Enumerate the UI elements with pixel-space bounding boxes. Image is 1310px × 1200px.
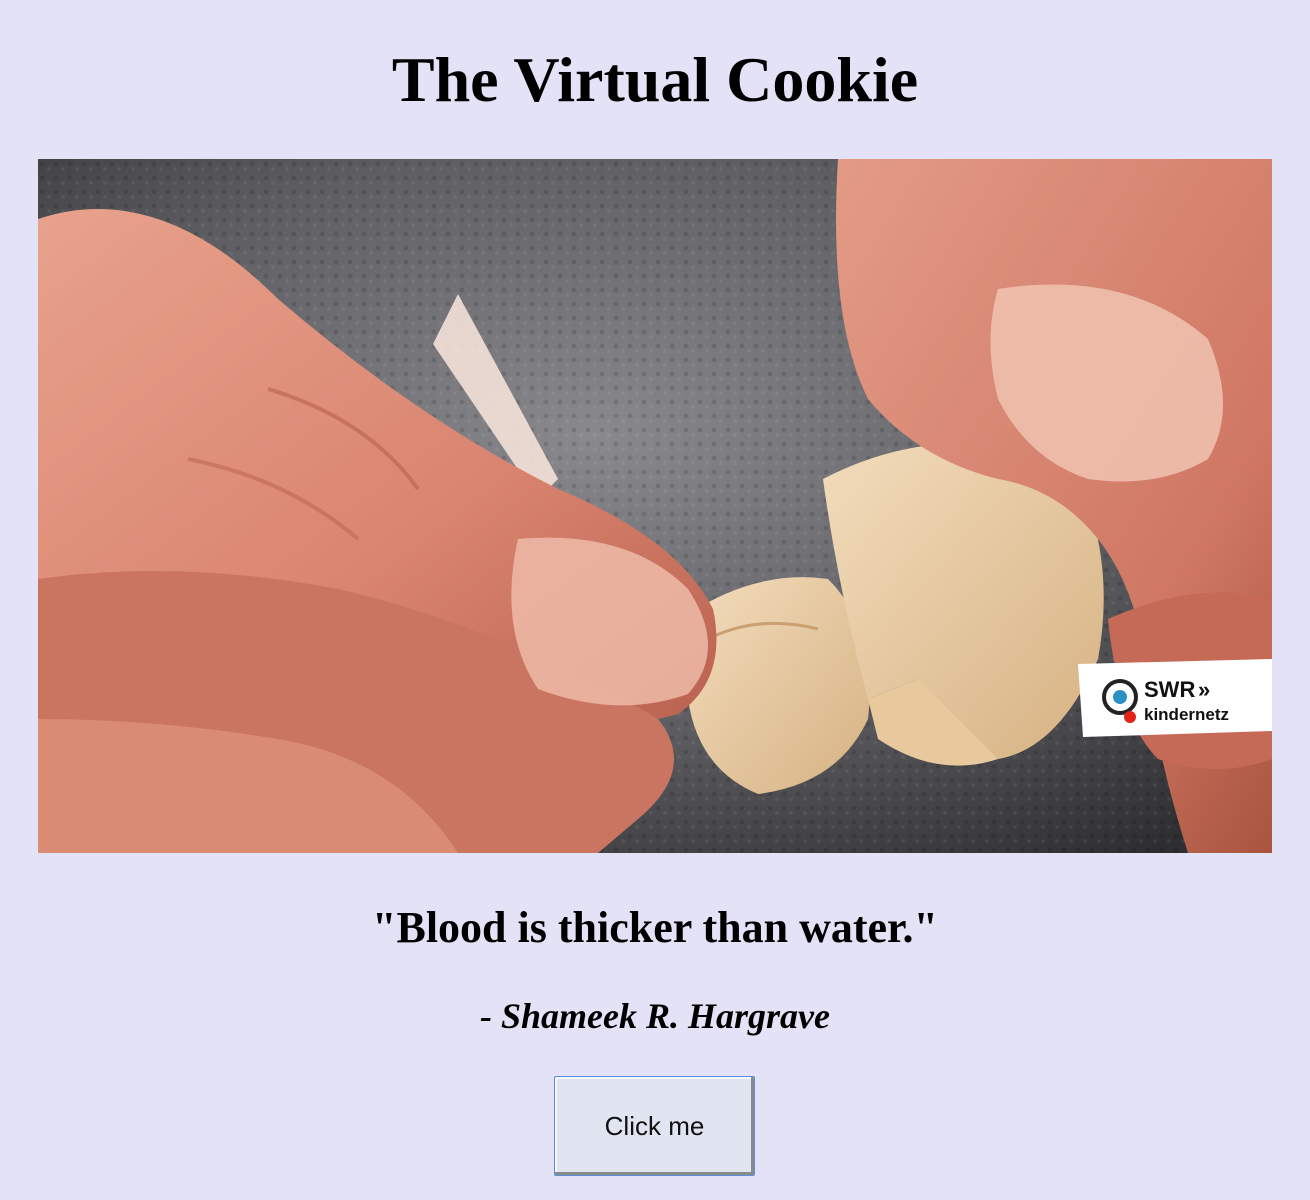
svg-text:SWR: SWR: [1144, 677, 1195, 702]
fortune-author: - Shameek R. Hargrave: [480, 996, 830, 1036]
fortune-quote: "Blood is thicker than water.": [372, 903, 938, 952]
page-title: The Virtual Cookie: [391, 44, 919, 115]
swr-kindernetz-watermark: SWR kindernetz »: [1078, 659, 1272, 737]
svg-text:»: »: [1198, 677, 1210, 702]
svg-text:kindernetz: kindernetz: [1144, 705, 1229, 724]
click-me-button[interactable]: Click me: [554, 1076, 755, 1176]
fortune-cookie-image: SWR kindernetz »: [38, 159, 1272, 853]
